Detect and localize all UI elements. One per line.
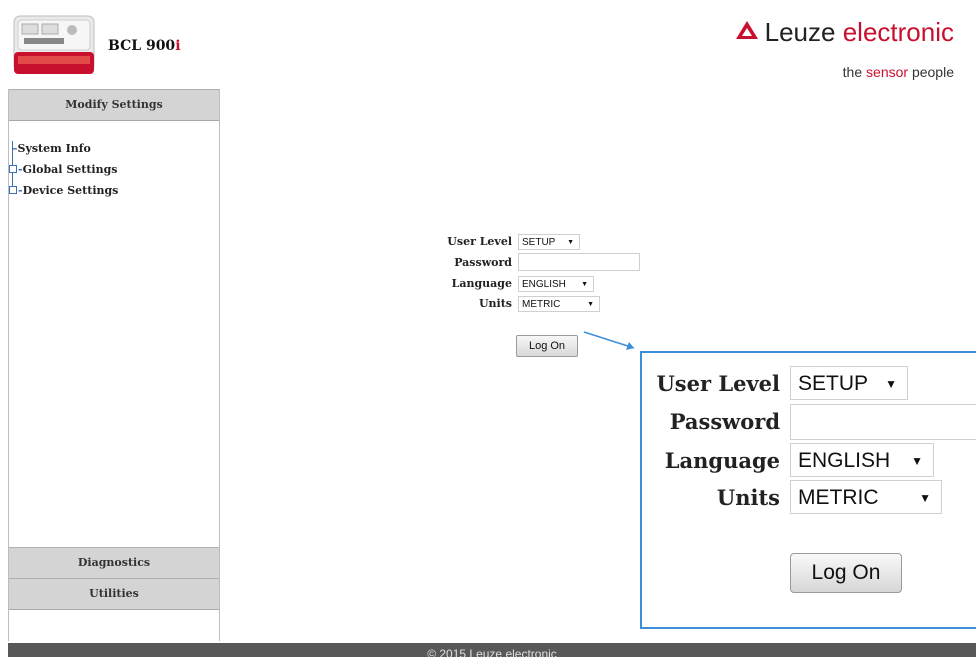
tree-item-label: System Info — [17, 142, 91, 155]
dropdown-caret-icon: ▼ — [567, 239, 574, 246]
zoom-language-label: Language — [664, 448, 780, 473]
password-label: Password — [454, 256, 512, 269]
units-value: METRIC — [522, 299, 561, 310]
zoom-units-label: Units — [716, 485, 780, 510]
dropdown-caret-icon: ▼ — [919, 491, 931, 505]
device-image — [12, 12, 96, 80]
brand-name-accent: electronic — [842, 17, 954, 47]
tree-item-label: Global Settings — [22, 163, 118, 176]
zoom-units-select[interactable]: METRIC ▼ — [790, 480, 942, 514]
language-label: Language — [451, 277, 512, 290]
zoom-language-select[interactable]: ENGLISH ▼ — [790, 443, 934, 477]
units-label: Units — [478, 297, 512, 310]
footer-copyright: © 2015 Leuze electronic — [427, 647, 557, 657]
user-level-label: User Level — [447, 235, 512, 248]
footer: © 2015 Leuze electronic — [8, 643, 976, 657]
dropdown-caret-icon: ▼ — [885, 377, 897, 391]
units-select[interactable]: METRIC ▼ — [518, 296, 600, 312]
utilities-button[interactable]: Utilities — [9, 578, 219, 610]
product-suffix: i — [175, 38, 181, 54]
user-level-select[interactable]: SETUP ▼ — [518, 234, 580, 250]
tree-item-global-settings[interactable]: -Global Settings — [9, 163, 117, 176]
dropdown-caret-icon: ▼ — [581, 281, 588, 288]
tagline-pre: the — [842, 64, 867, 80]
tagline: the sensor people — [843, 64, 954, 80]
expand-node-icon[interactable] — [9, 165, 17, 173]
tree-item-device-settings[interactable]: -Device Settings — [9, 184, 118, 197]
tree-item-label: Device Settings — [22, 184, 119, 197]
zoom-units-value: METRIC — [798, 486, 879, 509]
dropdown-caret-icon: ▼ — [911, 454, 923, 468]
modify-settings-button[interactable]: Modify Settings — [9, 89, 219, 121]
brand-name-text: Leuze — [764, 17, 836, 47]
zoom-user-level-label: User Level — [656, 371, 780, 396]
user-level-value: SETUP — [522, 237, 556, 248]
expand-node-icon[interactable] — [9, 186, 17, 194]
language-value: ENGLISH — [522, 279, 566, 290]
log-on-button[interactable]: Log On — [516, 335, 578, 357]
zoom-language-value: ENGLISH — [798, 449, 891, 472]
zoom-log-on-button[interactable]: Log On — [790, 553, 902, 593]
password-field[interactable] — [518, 253, 640, 271]
diagnostics-button[interactable]: Diagnostics — [9, 547, 219, 579]
leuze-triangle-icon — [735, 16, 759, 47]
product-model: BCL 900 — [108, 38, 176, 54]
dropdown-caret-icon: ▼ — [587, 301, 594, 308]
language-select[interactable]: ENGLISH ▼ — [518, 276, 594, 292]
brand-logo: Leuze electronic — [735, 17, 954, 50]
zoom-password-field[interactable] — [790, 404, 976, 440]
zoom-user-level-select[interactable]: SETUP ▼ — [790, 366, 908, 400]
zoom-password-label: Password — [669, 409, 780, 434]
tagline-accent: sensor — [866, 64, 909, 80]
product-name: BCL 900i — [108, 38, 181, 54]
callout-arrow-icon — [582, 328, 644, 354]
zoomed-login-panel: User Level SETUP ▼ Password Language ENGL… — [640, 351, 976, 629]
tree-item-system-info[interactable]: –System Info — [12, 142, 91, 155]
tagline-post: people — [908, 64, 954, 80]
zoom-user-level-value: SETUP — [798, 372, 869, 395]
